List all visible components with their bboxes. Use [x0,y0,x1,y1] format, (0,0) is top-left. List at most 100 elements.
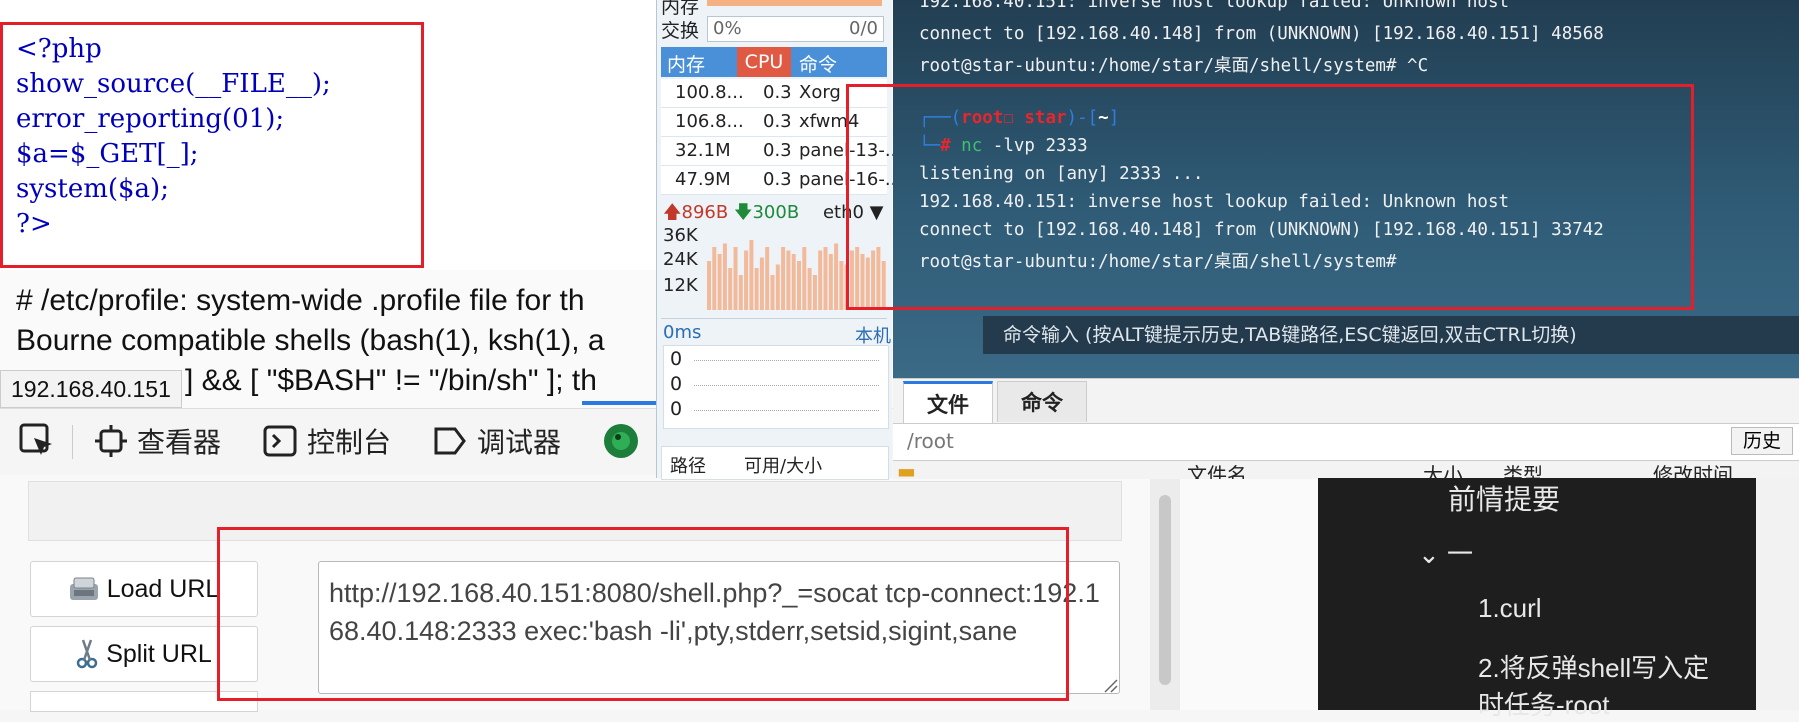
tab-hackbar[interactable] [603,421,639,461]
element-picker-button[interactable] [18,421,56,461]
network-bar [839,261,844,310]
upload-arrow-icon: 🡅 [663,202,682,223]
download-speed: 300B [752,202,800,223]
network-bar [707,261,711,310]
highlight-box-url [217,527,1069,701]
tab-console[interactable]: 控制台 [263,421,391,461]
network-bar [770,275,775,310]
profile-text-line: Bourne compatible shells (bash(1), ksh(1… [16,324,605,357]
history-button[interactable]: 历史 [1731,427,1793,455]
network-bar [722,243,727,310]
element-picker-icon [19,423,52,455]
upload-speed: 896B [681,202,729,223]
col-size[interactable]: 大小 [1423,461,1463,479]
process-mem: 106.8... [675,111,744,132]
hackbar-icon [604,424,638,458]
tab-commands[interactable]: 命令 [997,381,1087,422]
swap-percent: 0% [713,18,742,39]
chevron-down-icon[interactable]: ⌄ [1418,539,1447,569]
network-bar [834,243,839,310]
file-table-header: ▬ 文件名 大小 类型 修改时间 [893,461,1799,479]
tab-inspector-label: 查看器 [137,426,222,459]
latency-value: 0 [670,373,683,395]
path-input[interactable]: /root [907,429,954,453]
outline-panel: 前情提要 ⌄ 一 1.curl 2.将反弹shell写入定 时任务-root [1318,478,1756,720]
network-bar [786,250,791,310]
latency-value: 0 [670,348,683,370]
network-bar [738,275,743,310]
y-tick: 36K [663,225,698,246]
split-url-label: Split URL [106,639,212,668]
outline-side-area [1756,478,1799,710]
network-bar [823,247,828,310]
col-available: 可用/大小 [744,456,823,477]
network-bar [733,247,738,310]
swap-row: 交换 [661,16,699,43]
process-mem: 47.9M [675,169,731,190]
outline-item-line: 2.将反弹shell写入定 [1478,653,1710,683]
tab-files[interactable]: 文件 [903,381,993,424]
grid-line [694,410,879,411]
network-bar [807,268,812,310]
load-url-label: Load URL [106,574,220,603]
network-bar [744,250,749,310]
path-bar: /root 历史 [893,423,1799,461]
process-cpu: 0.3 [763,140,792,161]
download-arrow-icon: 🡇 [733,202,753,223]
y-tick: 12K [663,275,698,296]
process-cpu: 0.3 [763,82,792,103]
toolbar-divider [72,425,73,459]
command-input-hint[interactable]: 命令输入 (按ALT键提示历史,TAB键路径,ESC键返回,双击CTRL切换) [983,316,1799,354]
network-bar [749,240,754,310]
outline-heading[interactable]: 前情提要 [1448,478,1560,518]
profile-text-line: # /etc/profile: system-wide .profile fil… [16,284,585,317]
col-mtime[interactable]: 修改时间 [1653,461,1733,479]
load-url-icon [69,577,98,600]
memory-bar [707,0,882,6]
outline-item-cron[interactable]: 2.将反弹shell写入定 时任务-root [1478,648,1709,722]
terminal-line: 192.168.40.151: inverse host lookup fail… [919,0,1510,12]
grid-line [694,385,879,386]
outline-item-curl[interactable]: 1.curl [1478,593,1542,624]
outline-item-line: 时任务-root [1478,690,1610,720]
col-type[interactable]: 类型 [1503,461,1543,479]
network-bar [717,254,722,310]
grid-line [694,360,879,361]
disk-table-header: 路径 可用/大小 [661,446,889,480]
outline-section[interactable]: ⌄ 一 [1418,534,1473,571]
network-bar [797,261,801,310]
scissors-icon [76,639,98,669]
process-cmd: Xorg [799,82,841,103]
network-bar [759,257,764,310]
latency-graph: 0 0 0 [663,345,889,429]
terminal-line: root@star-ubuntu:/home/star/桌面/shell/sys… [919,56,1429,76]
scrollbar-thumb[interactable] [1159,495,1171,685]
network-bar [791,254,796,310]
highlight-box-source [0,22,424,268]
url-tooltip: 192.168.40.151 [0,370,182,408]
col-command: 命令 [799,54,838,76]
process-cpu: 0.3 [763,169,792,190]
col-filename[interactable]: 文件名 [1187,461,1247,479]
hackbar-scrollbar[interactable] [1150,475,1180,710]
swap-value: 0/0 [849,18,878,39]
network-bar [754,268,759,310]
debugger-icon [434,427,466,455]
resize-handle-icon[interactable] [1100,675,1118,693]
network-bar [781,247,786,310]
tab-inspector[interactable]: 查看器 [95,421,221,461]
network-bar [765,247,770,310]
process-cpu: 0.3 [763,111,792,132]
process-mem: 32.1M [675,140,731,161]
inspector-icon [95,425,127,457]
col-cpu[interactable]: CPU [737,47,791,77]
network-bar [775,264,780,310]
process-mem: 100.8... [675,82,744,103]
col-path: 路径 [670,456,706,477]
latency-label: 0ms [663,322,702,343]
console-icon [263,425,297,457]
file-panel: 文件 命令 /root 历史 ▬ 文件名 大小 类型 修改时间 [893,378,1799,479]
tab-console-label: 控制台 [307,426,392,459]
tab-debugger[interactable]: 调试器 [433,421,561,461]
outline-section-label: 一 [1447,539,1474,569]
